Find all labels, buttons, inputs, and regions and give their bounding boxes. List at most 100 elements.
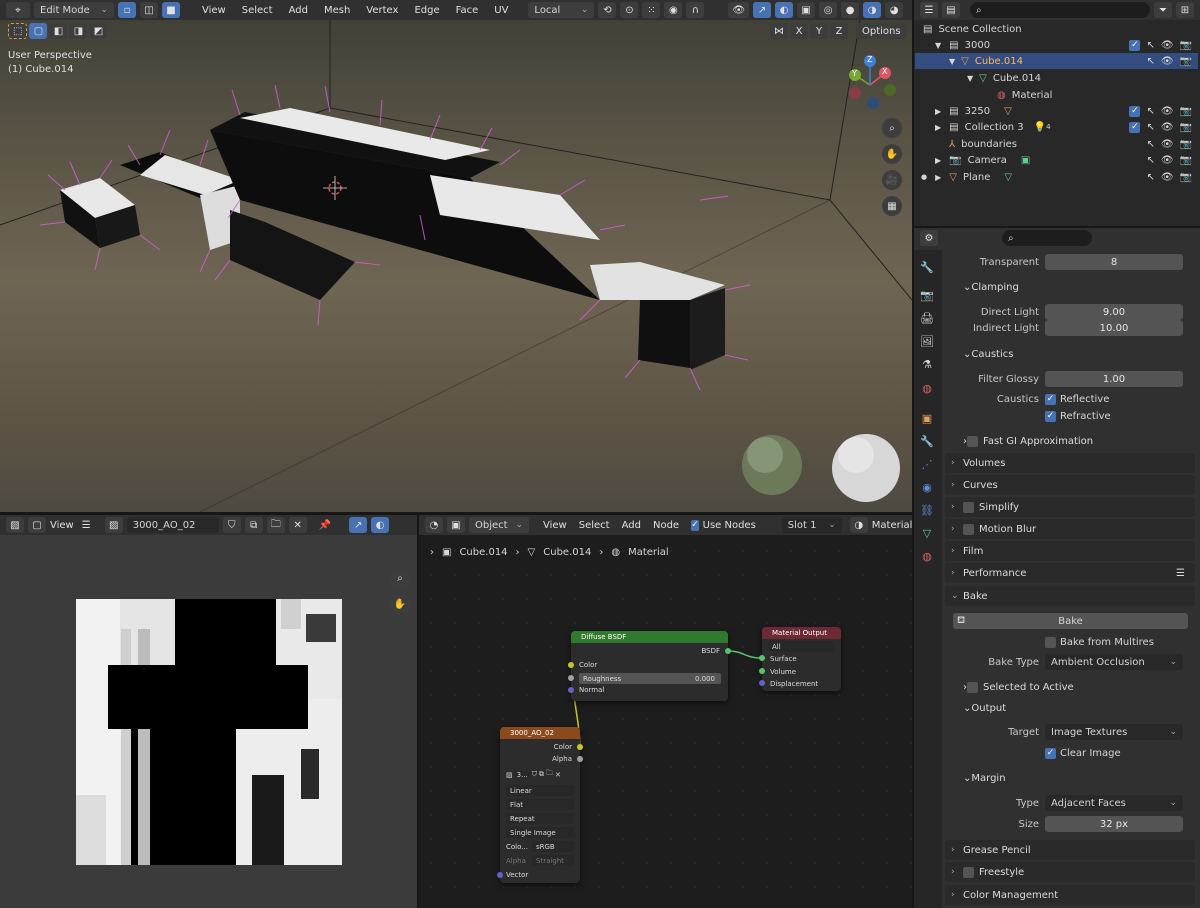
fake-user-icon[interactable]: ⛉ — [532, 770, 537, 779]
bsdf-output-socket[interactable] — [725, 648, 731, 654]
display-mode-icon[interactable]: ▤ — [942, 2, 960, 18]
material-tab-icon[interactable]: ◍ — [918, 547, 936, 565]
selected-to-active-checkbox[interactable] — [967, 681, 978, 693]
outliner-editor-icon[interactable]: ☰ — [920, 2, 938, 18]
margin-type-dropdown[interactable]: Adjacent Faces — [1045, 795, 1183, 811]
use-nodes-checkbox[interactable]: ✓ — [691, 519, 699, 531]
image-overlay-icon[interactable]: ◐ — [371, 517, 390, 533]
outliner-row-plane[interactable]: ● ▶ ▽ Plane ▽ ↖ 👁 📷 — [915, 169, 1198, 185]
solid-shading-icon[interactable]: ● — [841, 2, 860, 18]
expand-icon[interactable]: ▼ — [949, 57, 955, 66]
shader-type-icon[interactable]: ▣ — [447, 517, 465, 533]
rendered-shading-icon[interactable]: ◕ — [885, 2, 904, 18]
eye-icon[interactable]: 👁 — [1161, 122, 1174, 133]
image-name-field[interactable]: 3... — [514, 770, 530, 779]
node-menu-add[interactable]: Add — [622, 520, 641, 531]
mode-dropdown[interactable]: Edit Mode — [34, 2, 114, 18]
selectable-icon[interactable]: ↖ — [1146, 106, 1154, 117]
selectable-icon[interactable]: ↖ — [1146, 122, 1154, 133]
output-target-dropdown[interactable]: All — [768, 641, 835, 652]
image-name-field[interactable]: 3000_AO_02 — [126, 517, 219, 533]
render-icon[interactable]: 📷 — [1180, 172, 1192, 183]
node-menu-view[interactable]: View — [543, 520, 567, 531]
select-edge-icon[interactable]: ◫ — [140, 2, 158, 18]
selectable-icon[interactable]: ↖ — [1146, 56, 1154, 67]
panel-curves[interactable]: › Curves — [945, 475, 1195, 495]
panel-bake[interactable]: ⌄ Bake — [945, 586, 1195, 606]
breadcrumb-object[interactable]: Cube.014 — [459, 547, 507, 558]
viewport-scene[interactable] — [0, 0, 912, 512]
source-dropdown[interactable]: Single Image — [506, 827, 574, 838]
editor-type-icon[interactable]: ⌖ — [6, 2, 30, 18]
selectable-icon[interactable]: ↖ — [1146, 172, 1154, 183]
output-tab-icon[interactable]: 🖨 — [918, 309, 936, 327]
scene-tab-icon[interactable]: ⚗ — [918, 355, 936, 373]
outliner-row-scene[interactable]: ▤ Scene Collection — [915, 21, 1198, 37]
new-collection-icon[interactable]: ⊞ — [1176, 2, 1194, 18]
pan-hand-icon[interactable]: ✋ — [390, 594, 410, 614]
bake-multires-checkbox[interactable] — [1045, 636, 1056, 648]
bake-type-dropdown[interactable]: Ambient Occlusion — [1045, 654, 1183, 670]
outliner-row-camera[interactable]: ▶ 📷 Camera ▣ ↖ 👁 📷 — [915, 152, 1198, 168]
render-icon[interactable]: 📷 — [1180, 56, 1192, 67]
properties-search-input[interactable]: ⌕ — [1002, 230, 1092, 246]
pan-hand-icon[interactable]: ✋ — [882, 144, 902, 164]
outliner-row-boundaries[interactable]: ⅄ boundaries ↖ 👁 📷 — [915, 136, 1198, 152]
menu-uv[interactable]: UV — [494, 5, 508, 16]
slot-dropdown[interactable]: Slot 1 — [781, 517, 842, 533]
output-subpanel[interactable]: ⌄ Output — [945, 698, 1195, 718]
include-checkbox[interactable]: ✓ — [1129, 105, 1141, 117]
shader-type-dropdown[interactable]: Object — [469, 517, 529, 533]
select-box-icon[interactable]: ⬚ — [8, 23, 28, 39]
panel-grease-pencil[interactable]: › Grease Pencil — [945, 840, 1195, 860]
fast-gi-checkbox[interactable] — [967, 435, 978, 447]
colorspace-dropdown[interactable]: sRGB — [532, 841, 574, 852]
motion-blur-checkbox[interactable] — [963, 523, 974, 535]
interpolation-dropdown[interactable]: Linear — [506, 785, 574, 796]
render-tab-icon[interactable]: 📷 — [918, 286, 936, 304]
roughness-field[interactable]: Roughness 0.000 — [579, 673, 721, 684]
panel-film[interactable]: › Film — [945, 541, 1195, 561]
filter-icon[interactable]: ⏷ — [1154, 2, 1172, 18]
wireframe-shading-icon[interactable]: ◎ — [819, 2, 838, 18]
outliner-row-cube014[interactable]: ▼ ▽ Cube.014 ↖ 👁 📷 — [915, 53, 1198, 69]
snap-icon[interactable]: ⊙ — [620, 2, 639, 18]
properties-editor-icon[interactable]: ⚙ — [920, 230, 938, 246]
panel-simplify[interactable]: › Simplify — [945, 497, 1195, 517]
diffuse-node-title[interactable]: Diffuse BSDF — [571, 631, 728, 643]
vector-input-socket[interactable] — [497, 872, 503, 878]
navigation-gizmo[interactable] — [840, 55, 900, 115]
node-menu-node[interactable]: Node — [653, 520, 679, 531]
new-image-icon[interactable]: ⧉ — [244, 517, 263, 533]
expand-icon[interactable]: ▼ — [967, 74, 973, 83]
color-output-socket[interactable] — [577, 744, 583, 750]
mode-extend-icon[interactable]: ◧ — [49, 23, 68, 39]
visibility-icon[interactable]: 👁 — [728, 2, 750, 18]
color-input-socket[interactable] — [568, 662, 574, 668]
outliner-row-material[interactable]: ◍ Material — [915, 87, 1198, 103]
render-icon[interactable]: 📷 — [1180, 155, 1192, 166]
open-image-icon[interactable]: 🗀 — [266, 517, 285, 533]
world-tab-icon[interactable]: ◍ — [918, 379, 936, 397]
image-texture-node[interactable]: 3000_AO_02 Color Alpha ▨ 3... ⛉ ⧉ 🗀 ✕ Li… — [500, 727, 580, 883]
panel-motion-blur[interactable]: › Motion Blur — [945, 519, 1195, 539]
panel-color-management[interactable]: › Color Management — [945, 885, 1195, 905]
physics-tab-icon[interactable]: ◉ — [918, 478, 936, 496]
constraints-tab-icon[interactable]: ⛓ — [918, 501, 936, 519]
outliner-row-3000[interactable]: ▼ ▤ 3000 ✓ ↖ 👁 📷 — [915, 37, 1198, 53]
fast-gi-subpanel[interactable]: › Fast GI Approximation — [945, 431, 1195, 451]
select-face-icon[interactable]: ■ — [162, 2, 180, 18]
selectable-icon[interactable]: ↖ — [1146, 155, 1154, 166]
projection-dropdown[interactable]: Flat — [506, 799, 574, 810]
mode-intersect-icon[interactable]: ◩ — [89, 23, 108, 39]
outliner-row-collection3[interactable]: ▶ ▤ Collection 3 💡 4 ✓ ↖ 👁 📷 — [915, 119, 1198, 135]
xray-icon[interactable]: ▣ — [797, 2, 816, 18]
material-browse-icon[interactable]: ◑ — [849, 517, 868, 533]
image-browse-icon[interactable]: ▨ — [104, 517, 123, 533]
selectable-icon[interactable]: ↖ — [1146, 40, 1154, 51]
clamping-subpanel[interactable]: ⌄ Clamping — [945, 277, 1195, 297]
menu-vertex[interactable]: Vertex — [366, 5, 398, 16]
selected-to-active-subpanel[interactable]: › Selected to Active — [945, 677, 1195, 697]
node-editor-type-icon[interactable]: ◔ — [425, 517, 443, 533]
eye-icon[interactable]: 👁 — [1161, 40, 1174, 51]
